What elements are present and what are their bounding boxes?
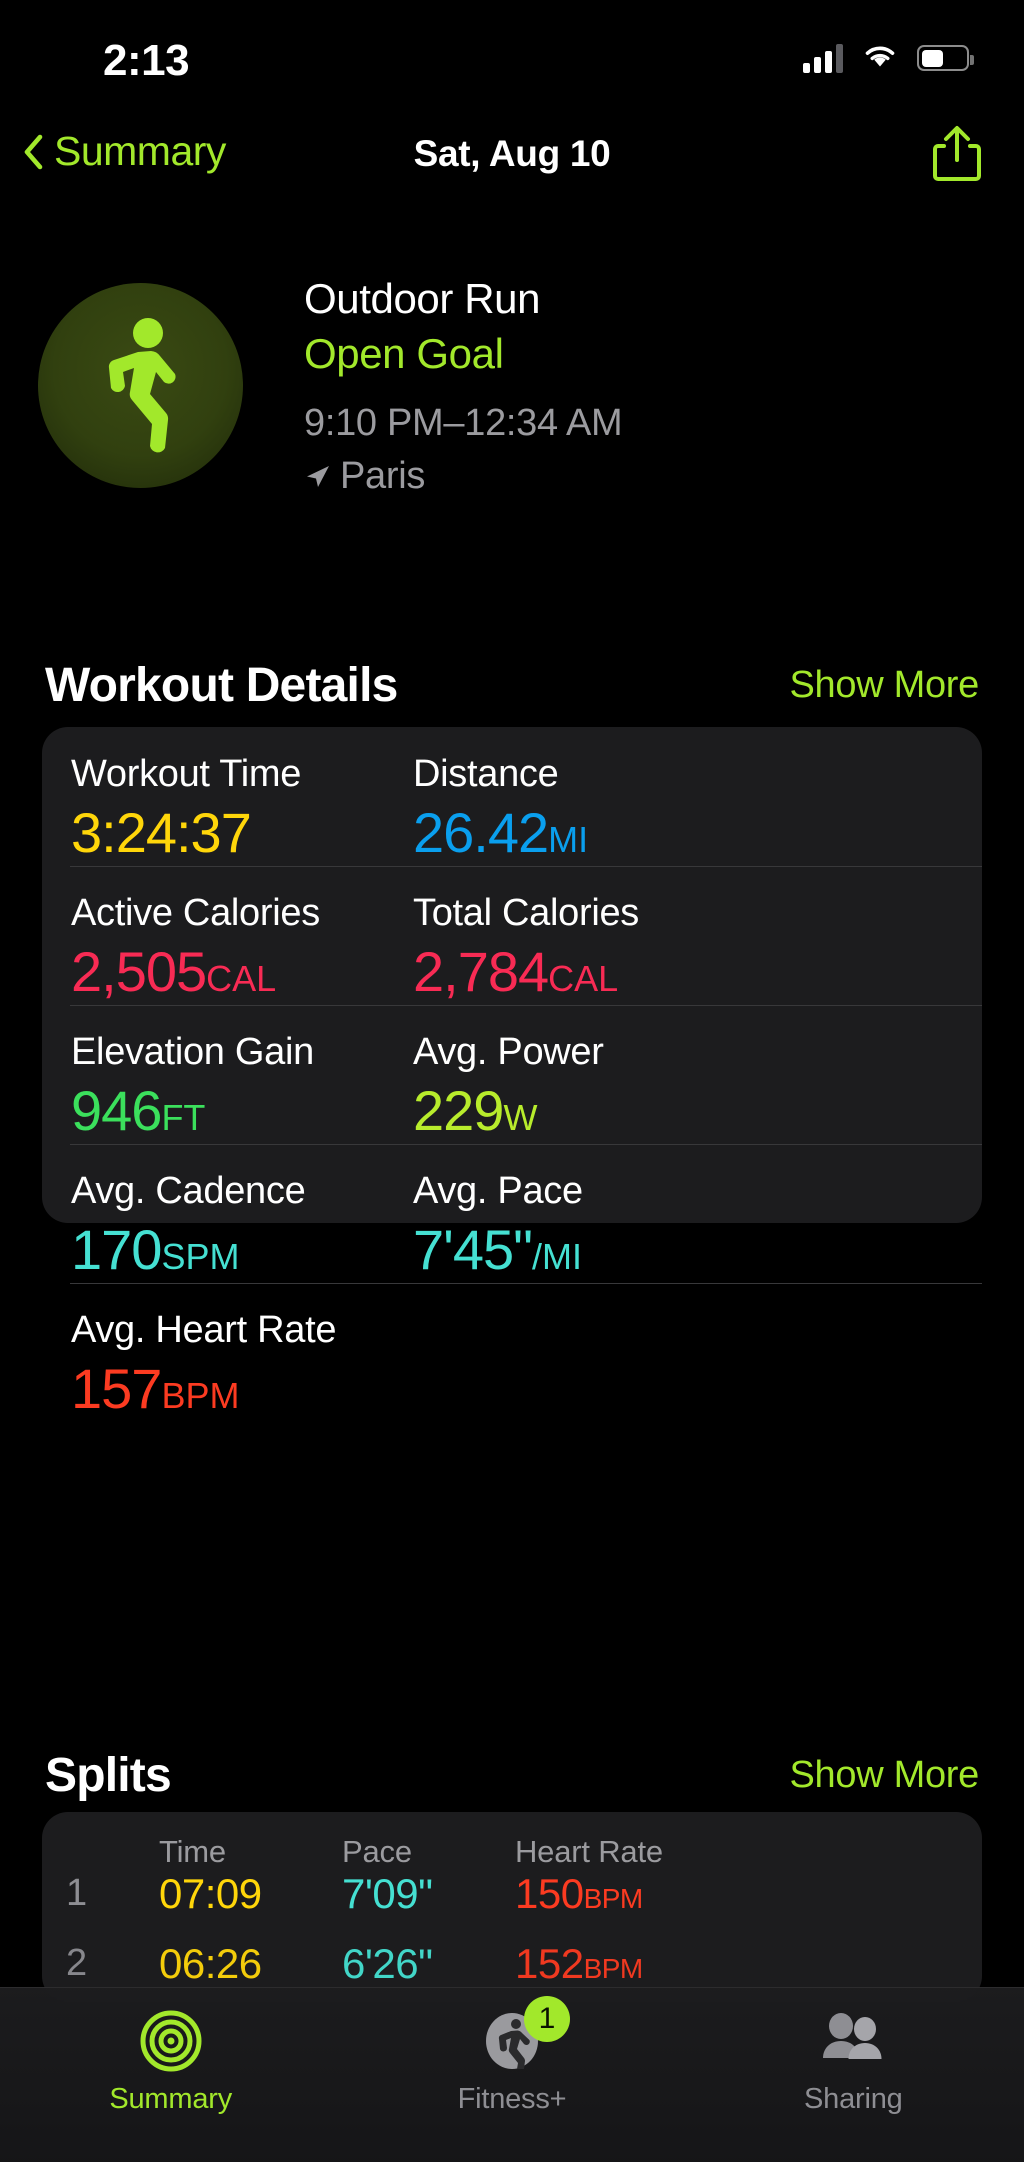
metric-value: 157BPM	[71, 1356, 240, 1420]
metric-label: Avg. Power	[413, 1031, 604, 1073]
metric-value: 170SPM	[71, 1217, 240, 1281]
metric-row: Workout Time 3:24:37 Distance 26.42MI	[42, 727, 982, 866]
tab-sharing-label: Sharing	[804, 2083, 903, 2115]
metric-active-calories: Active Calories 2,505CAL	[71, 892, 320, 1004]
splits-column-headers: Time Pace Heart Rate	[42, 1812, 982, 1870]
splits-card: Time Pace Heart Rate 1 07:09 7'09" 150BP…	[42, 1812, 982, 2002]
metric-elevation-gain: Elevation Gain 946FT	[71, 1031, 314, 1143]
tab-summary-label: Summary	[109, 2083, 232, 2115]
metric-total-calories: Total Calories 2,784CAL	[413, 892, 640, 1004]
status-bar: 2:13	[0, 0, 1024, 110]
metric-value: 3:24:37	[71, 800, 252, 864]
workout-location: Paris	[304, 451, 622, 502]
running-person-icon	[108, 317, 176, 452]
split-time: 06:26	[159, 1940, 262, 1987]
metric-label: Total Calories	[413, 892, 640, 934]
metric-label: Distance	[413, 753, 559, 795]
split-heart-rate: 152BPM	[515, 1940, 643, 1987]
tab-summary[interactable]: Summary	[0, 1988, 341, 2162]
share-icon	[933, 126, 981, 181]
split-heart-rate: 150BPM	[515, 1870, 643, 1917]
status-bar-time: 2:13	[103, 36, 190, 85]
metric-workout-time: Workout Time 3:24:37	[71, 753, 302, 865]
cellular-signal-icon	[803, 43, 843, 73]
workout-details-header: Workout Details Show More	[0, 655, 1024, 715]
workout-header: Outdoor Run Open Goal 9:10 PM–12:34 AM P…	[0, 272, 1024, 502]
wifi-icon	[862, 42, 898, 75]
status-bar-indicators	[803, 36, 974, 80]
splits-column-pace: Pace	[342, 1834, 412, 1869]
workout-location-label: Paris	[340, 454, 426, 497]
split-index: 2	[66, 1942, 88, 1984]
fitness-plus-badge: 1	[523, 1996, 570, 2042]
metric-value: 7'45"/MI	[413, 1217, 583, 1281]
workout-details-title: Workout Details	[45, 658, 398, 712]
metric-value: 2,505CAL	[71, 939, 277, 1003]
split-pace: 6'26"	[342, 1940, 433, 1987]
split-time: 07:09	[159, 1870, 262, 1917]
split-pace: 7'09"	[342, 1870, 433, 1917]
metric-avg-power: Avg. Power 229W	[413, 1031, 604, 1143]
workout-time-range: 9:10 PM–12:34 AM	[304, 401, 623, 444]
metric-value: 229W	[413, 1078, 538, 1142]
splits-column-heart-rate: Heart Rate	[515, 1834, 663, 1869]
fitness-plus-icon: 1	[480, 1996, 570, 2074]
metric-value: 946FT	[71, 1078, 206, 1142]
metric-value: 2,784CAL	[413, 939, 619, 1003]
splits-show-more[interactable]: Show More	[790, 1754, 980, 1797]
tab-bar: Summary 1 Fitness+ Sharing	[0, 1987, 1024, 2162]
tab-fitness-plus-label: Fitness+	[457, 2083, 567, 2115]
metric-value: 26.42MI	[413, 800, 589, 864]
navigation-bar: Summary Sat, Aug 10	[0, 110, 1024, 202]
metric-row: Active Calories 2,505CAL Total Calories …	[42, 866, 982, 1005]
metric-label: Elevation Gain	[71, 1031, 314, 1073]
metric-label: Avg. Pace	[413, 1170, 583, 1212]
metric-label: Active Calories	[71, 892, 320, 934]
metric-row: Avg. Heart Rate 157BPM	[42, 1283, 982, 1422]
splits-header: Splits Show More	[0, 1745, 1024, 1805]
workout-details-show-more[interactable]: Show More	[790, 664, 980, 707]
metric-label: Workout Time	[71, 753, 302, 795]
page-title: Sat, Aug 10	[413, 133, 611, 174]
share-button[interactable]	[930, 124, 984, 182]
people-icon	[817, 2008, 889, 2074]
metric-avg-cadence: Avg. Cadence 170SPM	[71, 1170, 306, 1282]
split-index: 1	[66, 1872, 88, 1914]
workout-type: Outdoor Run	[304, 275, 541, 322]
metric-label: Avg. Cadence	[71, 1170, 306, 1212]
metric-avg-pace: Avg. Pace 7'45"/MI	[413, 1170, 583, 1282]
table-row[interactable]: 1 07:09 7'09" 150BPM	[42, 1870, 982, 1940]
tab-sharing[interactable]: Sharing	[683, 1988, 1024, 2162]
splits-title: Splits	[45, 1748, 172, 1802]
splits-column-time: Time	[159, 1834, 226, 1869]
metric-row: Elevation Gain 946FT Avg. Power 229W	[42, 1005, 982, 1144]
workout-details-card: Workout Time 3:24:37 Distance 26.42MI Ac…	[42, 727, 982, 1420]
workout-activity-badge	[38, 283, 243, 488]
workout-info: Outdoor Run Open Goal 9:10 PM–12:34 AM P…	[304, 272, 623, 502]
battery-icon	[917, 45, 974, 71]
activity-rings-icon	[139, 2008, 203, 2074]
metric-row: Avg. Cadence 170SPM Avg. Pace 7'45"/MI	[42, 1144, 982, 1283]
metric-avg-heart-rate: Avg. Heart Rate 157BPM	[71, 1309, 337, 1421]
workout-goal: Open Goal	[304, 329, 504, 377]
tab-fitness-plus[interactable]: 1 Fitness+	[341, 1988, 682, 2162]
location-arrow-icon	[307, 465, 329, 487]
metric-label: Avg. Heart Rate	[71, 1309, 337, 1351]
metric-distance: Distance 26.42MI	[413, 753, 589, 865]
